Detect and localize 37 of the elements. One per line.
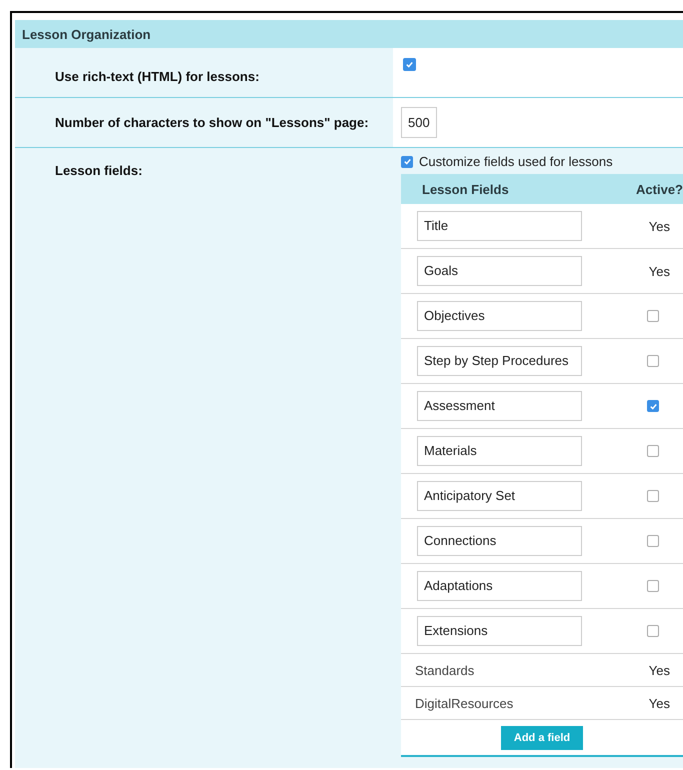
checkmark-icon (648, 402, 658, 410)
active-value: Yes (648, 218, 670, 234)
input-field[interactable]: Extensions (417, 616, 582, 646)
checkbox[interactable] (647, 310, 659, 322)
setting-label: Use rich-text (HTML) for lessons: (55, 69, 260, 84)
active-value: Yes (648, 264, 670, 278)
input-field[interactable]: Goals (417, 256, 582, 286)
field-name: DigitalResources (415, 696, 514, 710)
checkbox[interactable] (647, 445, 659, 457)
number-field[interactable]: 500 (401, 107, 437, 138)
active-value: Yes (648, 696, 670, 710)
input-field[interactable]: Materials (417, 436, 582, 466)
setting-label: Number of characters to show on "Lessons" page: (55, 115, 369, 130)
checkbox-label: Customize fields used for lessons (419, 154, 613, 169)
section-title: Lesson Organization (22, 26, 151, 42)
input-field[interactable]: Objectives (417, 301, 582, 331)
input-field[interactable]: Assessment (417, 391, 582, 421)
checkbox[interactable] (647, 400, 659, 412)
checkbox[interactable] (401, 156, 413, 168)
checkbox[interactable] (647, 490, 659, 502)
checkbox[interactable] (647, 355, 659, 367)
input-field[interactable]: Title (417, 211, 582, 241)
checkbox[interactable] (647, 625, 659, 637)
checkmark-icon (405, 60, 414, 69)
column-header: Lesson Fields (421, 182, 510, 196)
checkmark-icon (402, 157, 412, 166)
checkbox[interactable] (647, 535, 659, 547)
input-field[interactable]: Adaptations (417, 571, 582, 601)
input-field[interactable]: Anticipatory Set (417, 481, 582, 511)
input-field[interactable]: Connections (417, 526, 582, 556)
setting-label: Lesson fields: (55, 163, 142, 178)
checkbox[interactable] (403, 58, 416, 71)
checkbox[interactable] (647, 580, 659, 592)
input-field[interactable]: Step by Step Procedures (417, 346, 582, 376)
field-name: Standards (415, 662, 476, 678)
column-header: Active? (636, 182, 683, 196)
active-value: Yes (648, 662, 670, 678)
